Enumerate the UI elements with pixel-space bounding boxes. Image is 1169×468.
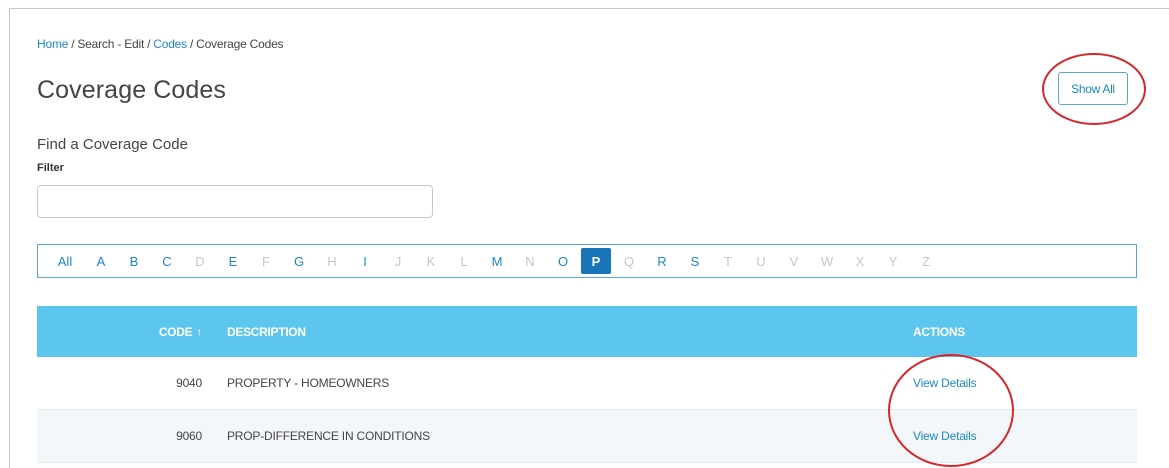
alphabet-letter-k: K <box>426 253 436 269</box>
breadcrumb-codes-link[interactable]: Codes <box>153 37 187 51</box>
actions-column-header: ACTIONS <box>913 324 965 339</box>
breadcrumb-separator: / <box>147 37 151 51</box>
alphabet-letter-i[interactable]: I <box>350 248 380 274</box>
alphabet-all-button[interactable]: All <box>48 248 82 274</box>
breadcrumb-current: Coverage Codes <box>196 37 284 51</box>
alphabet-letter-s[interactable]: S <box>680 248 710 274</box>
alphabet-letter-l: L <box>460 253 468 269</box>
alphabet-letter-b[interactable]: B <box>119 248 149 274</box>
annotation-circle-show-all <box>1042 53 1146 125</box>
code-cell: 9040 <box>176 376 202 390</box>
code-header-label: CODE <box>158 324 193 339</box>
breadcrumb-separator: / <box>71 37 75 51</box>
description-column-header[interactable]: DESCRIPTION <box>202 325 862 339</box>
alphabet-letter-h: H <box>327 253 337 269</box>
alphabet-letter-g[interactable]: G <box>284 248 314 274</box>
breadcrumb-separator: / <box>189 37 194 51</box>
alphabet-letter-e[interactable]: E <box>218 248 248 274</box>
breadcrumb: Home / Search - Edit / Codes / Coverage Codes <box>37 37 284 51</box>
alphabet-letter-n: N <box>525 253 535 269</box>
alphabet-letter-v: V <box>789 253 799 269</box>
breadcrumb-search-edit: Search - Edit <box>77 37 145 51</box>
alphabet-letter-u: U <box>756 253 766 269</box>
annotation-circle-view-details <box>888 354 1014 467</box>
alphabet-letter-c[interactable]: C <box>152 248 182 274</box>
alphabet-filter-bar: All ABCDEFGHIJ K LMNOPQRST U V W X Y Z <box>37 244 1137 278</box>
description-cell: PROP-DIFFERENCE IN CONDITIONS <box>227 429 430 443</box>
filter-label: Filter <box>37 162 64 174</box>
description-cell: PROPERTY - HOMEOWNERS <box>227 376 390 390</box>
alphabet-letter-x: X <box>855 253 865 269</box>
alphabet-letter-y: Y <box>888 253 898 269</box>
alphabet-letter-p[interactable]: P <box>581 248 611 274</box>
alphabet-letter-r[interactable]: R <box>647 248 677 274</box>
filter-input[interactable] <box>37 185 433 218</box>
alphabet-letter-q: Q <box>623 253 635 269</box>
alphabet-letter-f: F <box>262 253 270 269</box>
code-cell: 9060 <box>176 429 202 443</box>
breadcrumb-home-link[interactable]: Home <box>37 37 68 51</box>
table-header: CODE ↑ DESCRIPTION ACTIONS <box>37 306 1137 357</box>
find-coverage-code-heading: Find a Coverage Code <box>37 136 188 153</box>
alphabet-letter-t: T <box>724 253 732 269</box>
alphabet-letter-o[interactable]: O <box>548 248 578 274</box>
alphabet-letter-m[interactable]: M <box>482 248 512 274</box>
alphabet-letter-w: W <box>820 253 834 269</box>
alphabet-letter-d: D <box>195 253 205 269</box>
alphabet-letter-j: J <box>394 253 402 269</box>
alphabet-letter-a[interactable]: A <box>86 248 116 274</box>
page-title: Coverage Codes <box>37 76 227 104</box>
code-column-header[interactable]: CODE ↑ <box>37 325 202 339</box>
alphabet-letter-z: Z <box>922 253 930 269</box>
